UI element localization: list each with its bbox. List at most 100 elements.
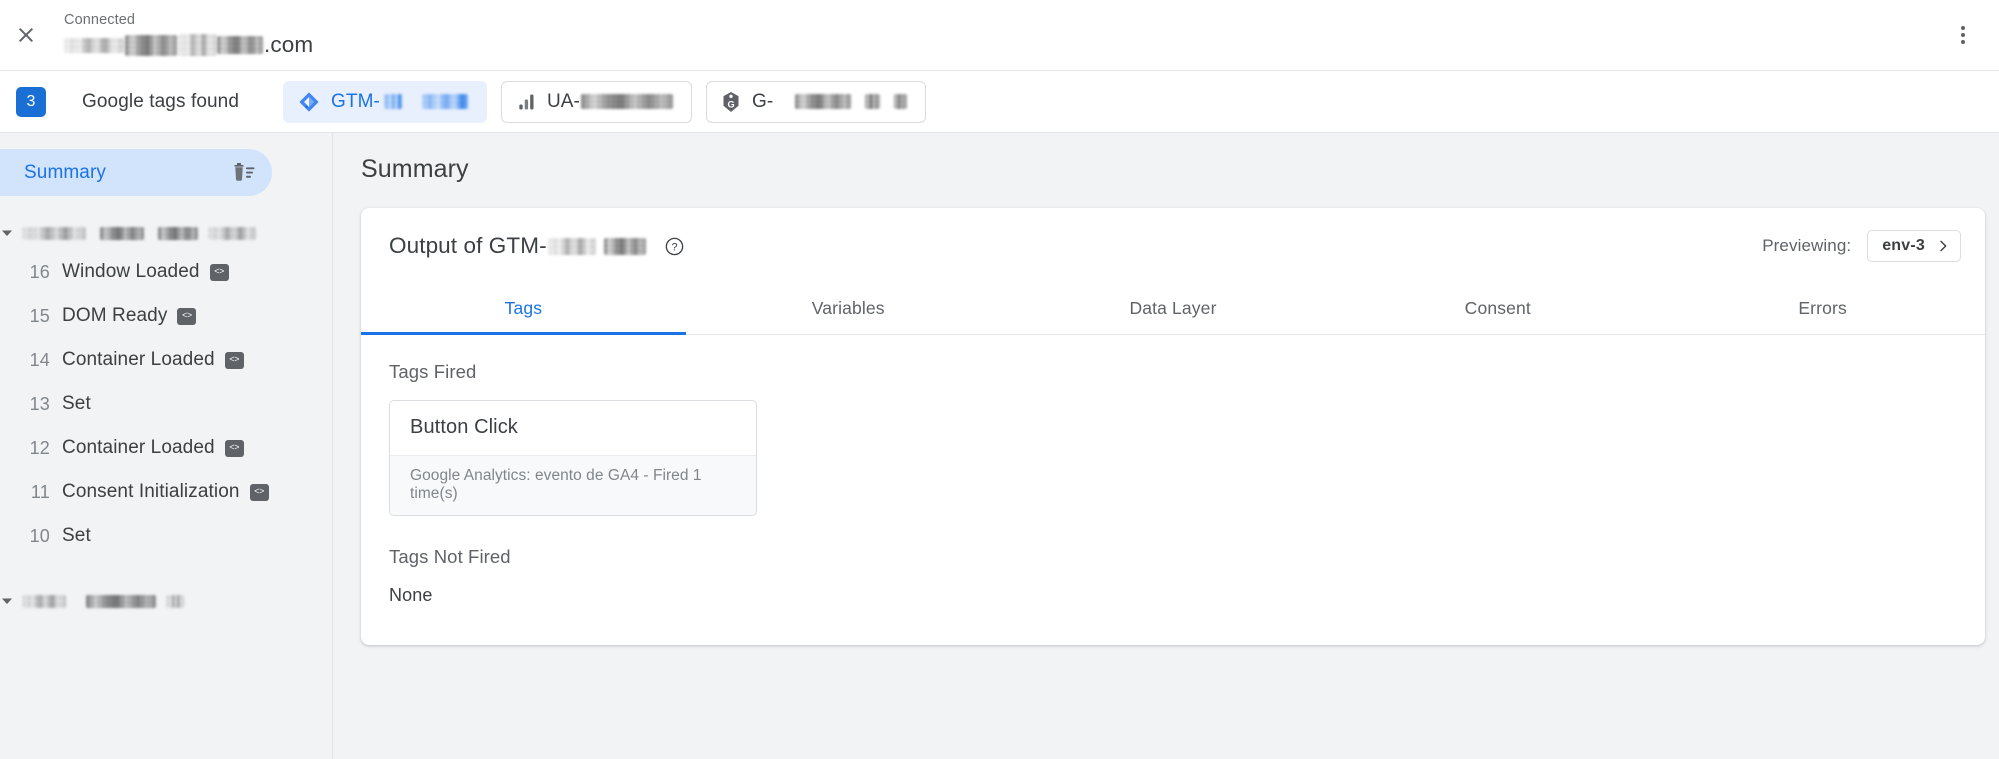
domain-redacted <box>64 37 124 53</box>
sidebar-item-summary-label: Summary <box>24 161 106 183</box>
event-label: Set <box>62 393 91 414</box>
tag-chip-gtm-id-redacted <box>383 94 402 109</box>
more-options-button[interactable] <box>1943 15 1983 55</box>
code-icon: <> <box>177 307 197 325</box>
tab-tags-label: Tags <box>504 298 543 318</box>
event-sidebar: Summary 16 Window Loaded <> 15 DOM Ready… <box>0 133 333 759</box>
tag-chip-gtm-id-redacted-2 <box>421 94 468 109</box>
fired-tag-detail: Google Analytics: evento de GA4 - Fired … <box>390 455 756 515</box>
close-icon <box>14 23 38 47</box>
top-bar: Connected .com <box>0 0 1999 71</box>
environment-button[interactable]: env-3 <box>1867 230 1961 262</box>
more-vert-icon <box>1961 26 1965 30</box>
google-tag-icon: G <box>721 91 741 113</box>
previewing-control: Previewing: env-3 <box>1762 230 1961 262</box>
domain-redacted-2 <box>125 34 177 56</box>
tab-variables[interactable]: Variables <box>686 284 1011 334</box>
list-item[interactable]: 10 Set <box>0 514 332 558</box>
tag-chip-gtm[interactable]: GTM- <box>282 80 487 123</box>
event-label: Container Loaded <box>62 349 215 370</box>
sidebar-group-label-redacted-2 <box>100 226 144 240</box>
event-label: Container Loaded <box>62 437 215 458</box>
domain-suffix: .com <box>264 32 314 58</box>
tab-errors-label: Errors <box>1798 298 1847 318</box>
list-item[interactable]: 15 DOM Ready <> <box>0 294 332 338</box>
chevron-right-icon <box>1935 238 1951 254</box>
event-number: 14 <box>29 349 50 370</box>
domain-redacted-4 <box>217 35 263 54</box>
code-icon: <> <box>249 483 269 501</box>
card-header: Output of GTM- ? Previewing: env-3 <box>361 208 1985 262</box>
event-label: Window Loaded <box>62 261 200 282</box>
code-icon: <> <box>209 263 229 281</box>
caret-down-icon <box>0 227 18 239</box>
caret-down-icon <box>0 595 18 607</box>
event-number: 13 <box>29 393 50 414</box>
tag-chip-ua[interactable]: UA- <box>500 80 692 123</box>
connection-info: Connected .com <box>64 13 313 57</box>
connected-domain: .com <box>64 34 313 57</box>
summary-card: Output of GTM- ? Previewing: env-3 Tags … <box>361 208 1985 645</box>
close-button[interactable] <box>4 13 48 57</box>
card-title-id-redacted <box>547 237 596 255</box>
tag-chip-g-id-redacted-3 <box>894 94 908 109</box>
tag-chip-ua-label: UA- <box>546 90 580 112</box>
sidebar-event-list: 16 Window Loaded <> 15 DOM Ready <> 14 C… <box>0 250 332 558</box>
tag-chip-ua-id-redacted <box>580 94 673 109</box>
event-number: 15 <box>29 305 50 326</box>
tab-errors[interactable]: Errors <box>1660 284 1985 334</box>
sidebar-group-label-redacted <box>22 226 86 240</box>
card-title-id-redacted-2 <box>603 237 646 255</box>
tags-fired-heading: Tags Fired <box>389 361 477 382</box>
fired-tag-name: Button Click <box>390 401 756 455</box>
list-item[interactable]: 16 Window Loaded <> <box>0 250 332 294</box>
code-icon: <> <box>224 439 244 457</box>
sidebar-group-label-redacted-5 <box>22 594 66 608</box>
card-tabs: Tags Variables Data Layer Consent Errors <box>361 284 1985 335</box>
google-tags-bar: 3 Google tags found GTM- UA- G G- <box>0 71 1999 133</box>
svg-text:G: G <box>727 99 734 109</box>
tags-count-badge: 3 <box>16 86 46 117</box>
card-title-prefix: Output of GTM- <box>389 233 547 258</box>
sidebar-item-summary[interactable]: Summary <box>0 149 272 196</box>
event-number: 10 <box>29 525 50 546</box>
list-item[interactable]: 13 Set <box>0 382 332 426</box>
tag-chip-g-id-redacted-2 <box>865 94 881 109</box>
sidebar-group-label-redacted-7 <box>166 594 184 608</box>
event-label: Set <box>62 525 91 546</box>
event-label: DOM Ready <box>62 305 168 326</box>
list-item[interactable]: 12 Container Loaded <> <box>0 426 332 470</box>
analytics-bars-icon <box>516 92 536 112</box>
main-panel: Summary Output of GTM- ? Previewing: env… <box>333 133 1999 759</box>
tab-consent[interactable]: Consent <box>1335 284 1660 334</box>
list-item[interactable]: 11 Consent Initialization <> <box>0 470 332 514</box>
tag-chip-g-id-redacted <box>795 94 852 109</box>
svg-text:?: ? <box>671 241 677 253</box>
previewing-label: Previewing: <box>1762 236 1852 255</box>
tag-chip-g[interactable]: G G- <box>705 80 927 123</box>
sidebar-group-label-redacted-6 <box>86 594 156 608</box>
event-number: 11 <box>30 481 50 502</box>
tab-consent-label: Consent <box>1464 298 1531 318</box>
tab-data-layer[interactable]: Data Layer <box>1011 284 1336 334</box>
sidebar-group-header-bottom[interactable] <box>0 584 332 618</box>
tags-not-fired-heading: Tags Not Fired <box>389 546 511 567</box>
gtm-diamond-icon <box>298 91 320 113</box>
tag-chip-gtm-label: GTM- <box>330 90 380 112</box>
tags-not-fired-value: None <box>389 585 433 605</box>
content-area: Summary 16 Window Loaded <> 15 DOM Ready… <box>0 133 1999 759</box>
tab-data-layer-label: Data Layer <box>1129 298 1217 318</box>
sidebar-group-header-top[interactable] <box>0 216 332 250</box>
list-item[interactable]: 14 Container Loaded <> <box>0 338 332 382</box>
fired-tag-card[interactable]: Button Click Google Analytics: evento de… <box>389 400 757 516</box>
tags-tab-panel: Tags Fired Button Click Google Analytics… <box>361 335 1985 606</box>
page-title: Summary <box>361 155 469 183</box>
event-number: 16 <box>29 261 50 282</box>
tag-chip-g-label: G- <box>751 90 774 112</box>
tab-tags[interactable]: Tags <box>361 284 686 335</box>
trash-list-icon[interactable] <box>230 161 256 185</box>
tab-variables-label: Variables <box>811 298 885 318</box>
help-circle-icon[interactable]: ? <box>664 236 685 257</box>
code-icon: <> <box>224 351 244 369</box>
environment-value: env-3 <box>1882 237 1925 254</box>
